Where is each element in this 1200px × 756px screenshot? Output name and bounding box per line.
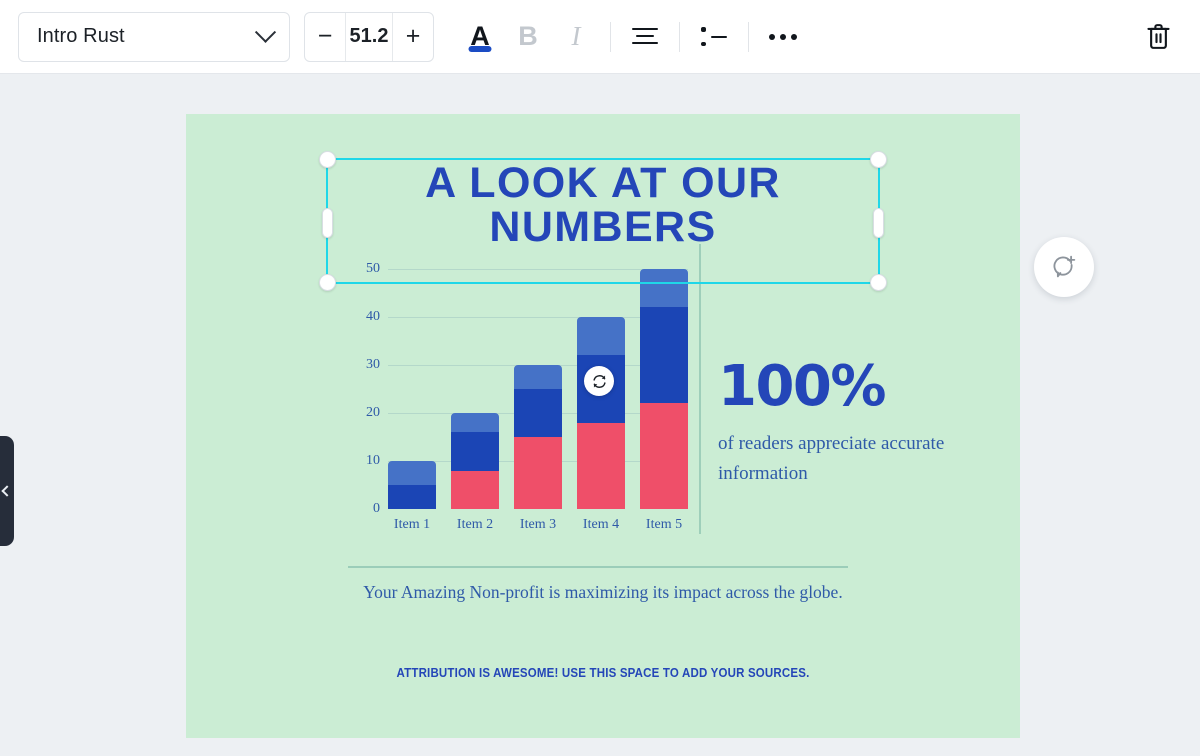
chevron-down-icon <box>255 22 276 43</box>
more-options-icon <box>769 34 797 40</box>
stat-value: 100% <box>718 359 948 415</box>
bar-segment-series2 <box>451 432 499 470</box>
bar-segment-series3 <box>451 413 499 432</box>
y-tick-label: 0 <box>373 501 380 517</box>
bar-chart[interactable]: 50 40 30 20 10 0 <box>346 269 696 534</box>
y-tick-label: 30 <box>366 357 380 373</box>
editor-workspace: A Look At Our Numbers 50 40 30 20 10 0 <box>0 74 1200 756</box>
x-tick-label: Item 3 <box>514 517 562 533</box>
bar-segment-series2 <box>514 389 562 437</box>
bullet-list-icon <box>701 27 727 47</box>
italic-icon: I <box>572 21 581 52</box>
x-tick-label: Item 1 <box>388 517 436 533</box>
font-family-select[interactable]: Intro Rust <box>18 12 290 62</box>
horizontal-divider <box>348 566 848 568</box>
caption-text[interactable]: Your Amazing Non-profit is maximizing it… <box>186 582 1020 603</box>
stat-description: of readers appreciate accurate informati… <box>718 429 948 489</box>
attribution-text[interactable]: Attribution is awesome! Use this space t… <box>219 666 986 680</box>
font-size-increase-button[interactable]: + <box>393 13 433 61</box>
text-align-button[interactable] <box>621 13 669 61</box>
x-tick-label: Item 2 <box>451 517 499 533</box>
rotate-handle[interactable] <box>584 366 614 396</box>
bar-segment-series2 <box>640 307 688 403</box>
y-tick-label: 40 <box>366 309 380 325</box>
chart-plot-area <box>388 269 688 509</box>
bar-segment-series2 <box>388 485 436 509</box>
align-center-icon <box>632 27 658 47</box>
formatting-controls: A B I <box>456 13 807 61</box>
title-text-element[interactable]: A Look At Our Numbers <box>326 144 880 268</box>
toolbar-divider <box>610 22 611 52</box>
italic-button[interactable]: I <box>552 13 600 61</box>
bar-segment-series3 <box>577 317 625 355</box>
y-tick-label: 20 <box>366 405 380 421</box>
chevron-left-icon <box>1 485 12 496</box>
font-size-input[interactable]: 51.2 <box>345 13 393 61</box>
add-comment-button[interactable] <box>1034 237 1094 297</box>
bar-segment-series1 <box>514 437 562 509</box>
delete-button[interactable] <box>1134 13 1182 61</box>
resize-handle-top-left[interactable] <box>319 151 336 168</box>
bar-column[interactable] <box>640 269 688 509</box>
rotate-icon <box>591 373 608 390</box>
bar-column[interactable] <box>514 269 562 509</box>
bar-segment-series1 <box>640 403 688 509</box>
stat-element[interactable]: 100% of readers appreciate accurate info… <box>718 359 948 489</box>
chart-bars <box>388 269 688 509</box>
editor-toolbar: Intro Rust − 51.2 + A B I <box>0 0 1200 74</box>
resize-handle-right[interactable] <box>873 208 884 238</box>
text-color-button[interactable]: A <box>456 13 504 61</box>
bullet-list-button[interactable] <box>690 13 738 61</box>
x-tick-label: Item 5 <box>640 517 688 533</box>
design-canvas[interactable]: A Look At Our Numbers 50 40 30 20 10 0 <box>186 114 1020 738</box>
x-tick-label: Item 4 <box>577 517 625 533</box>
bar-segment-series3 <box>514 365 562 389</box>
page-title: A Look At Our Numbers <box>326 162 880 250</box>
bar-segment-series3 <box>388 461 436 485</box>
text-color-swatch <box>469 46 492 52</box>
delete-icon <box>1145 22 1172 51</box>
resize-handle-top-right[interactable] <box>870 151 887 168</box>
resize-handle-bottom-right[interactable] <box>870 274 887 291</box>
bar-segment-series1 <box>577 423 625 509</box>
bold-icon: B <box>518 21 538 52</box>
bold-button[interactable]: B <box>504 13 552 61</box>
more-options-button[interactable] <box>759 13 807 61</box>
bar-segment-series1 <box>451 471 499 509</box>
bar-column[interactable] <box>388 269 436 509</box>
side-panel-toggle[interactable] <box>0 436 14 546</box>
add-comment-icon <box>1050 253 1078 281</box>
vertical-divider <box>699 244 701 534</box>
bar-column[interactable] <box>451 269 499 509</box>
toolbar-divider <box>679 22 680 52</box>
font-family-value: Intro Rust <box>37 25 125 48</box>
bar-segment-series3 <box>640 269 688 307</box>
y-tick-label: 50 <box>366 261 380 277</box>
chart-y-axis: 50 40 30 20 10 0 <box>346 269 380 509</box>
chart-x-axis: Item 1 Item 2 Item 3 Item 4 Item 5 <box>388 517 688 533</box>
resize-handle-bottom-left[interactable] <box>319 274 336 291</box>
font-size-decrease-button[interactable]: − <box>305 13 345 61</box>
toolbar-divider <box>748 22 749 52</box>
y-tick-label: 10 <box>366 453 380 469</box>
font-size-stepper[interactable]: − 51.2 + <box>304 12 434 62</box>
resize-handle-left[interactable] <box>322 208 333 238</box>
